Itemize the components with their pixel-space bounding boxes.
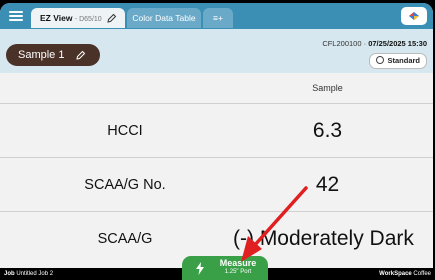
standard-label: Standard: [387, 56, 420, 65]
workspace-key: WorkSpace: [379, 271, 412, 277]
tab-ez-view[interactable]: EZ View - D65/10: [31, 8, 125, 28]
row-value: 42: [315, 173, 340, 196]
sample-name: Sample 1: [18, 49, 65, 61]
row-value: 6.3: [312, 119, 343, 142]
edit-pencil-icon[interactable]: [107, 13, 117, 23]
tab-bar: EZ View - D65/10 Color Data Table ≡+: [0, 3, 433, 29]
instrument-serial: CFL200100 ·: [322, 39, 367, 48]
table-row: SCAA/G No. 42: [0, 157, 433, 212]
table-row: HCCI 6.3: [0, 103, 433, 158]
sample-selector[interactable]: Sample 1: [6, 44, 100, 66]
device-info: CFL200100 · 07/25/2025 15:30: [322, 39, 427, 48]
workspace-name: Coffee: [413, 271, 431, 277]
app-frame: EZ View - D65/10 Color Data Table ≡+ Sam: [0, 0, 435, 280]
color-swatch-icon: [409, 12, 419, 20]
workspace-info: WorkSpace Coffee: [379, 268, 431, 280]
measurement-datetime: 07/25/2025 15:30: [368, 39, 427, 48]
edit-pencil-icon[interactable]: [76, 50, 86, 60]
app-window: EZ View - D65/10 Color Data Table ≡+ Sam: [0, 3, 433, 280]
results-table: Sample HCCI 6.3 SCAA/G No. 42 SCAA/G (-)…: [0, 73, 433, 268]
window-switch-button[interactable]: [401, 7, 427, 25]
lightning-icon: [196, 262, 204, 275]
target-icon: [376, 56, 385, 64]
measure-button[interactable]: Measure 1.25" Port: [182, 256, 268, 280]
row-label: HCCI: [107, 123, 143, 139]
standard-button[interactable]: Standard: [369, 53, 427, 69]
job-info: Job Untitled Job 2: [4, 268, 53, 280]
add-tab-button[interactable]: ≡+: [203, 8, 233, 28]
tab-ez-view-illuminant: - D65/10: [74, 16, 102, 23]
menu-icon[interactable]: [9, 9, 23, 23]
tab-ez-view-label: EZ View: [40, 13, 73, 23]
row-label: SCAA/G No.: [84, 177, 166, 193]
sample-header: Sample 1 CFL200100 · 07/25/2025 15:30 St…: [0, 29, 433, 73]
job-name: Untitled Job 2: [16, 271, 54, 277]
measure-label: Measure: [219, 258, 257, 268]
column-header-sample: Sample: [312, 83, 343, 93]
job-key: Job: [4, 271, 15, 277]
port-label: 1.25" Port: [224, 269, 252, 275]
add-tab-icon: ≡+: [213, 13, 223, 23]
tab-color-data-table[interactable]: Color Data Table: [127, 8, 201, 28]
tab-color-data-table-label: Color Data Table: [132, 13, 196, 23]
